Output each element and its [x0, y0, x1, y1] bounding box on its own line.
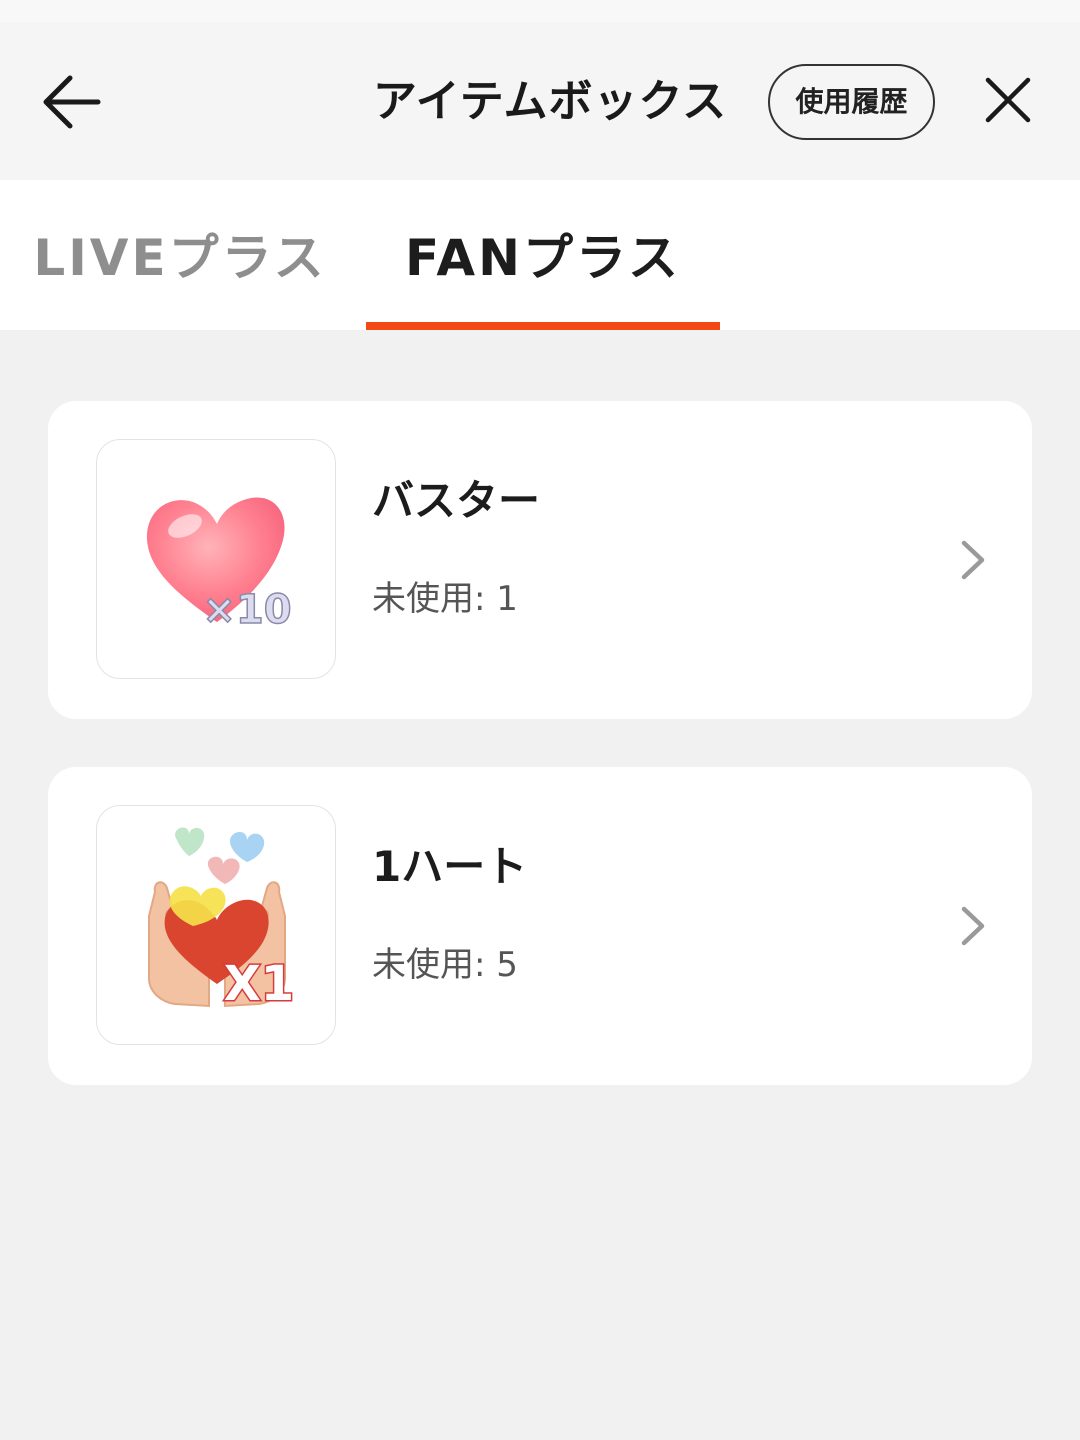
- item-thumbnail: X1: [96, 805, 336, 1045]
- tab-fan-plus[interactable]: FANプラス: [366, 180, 720, 330]
- item-name: 1ハート: [372, 842, 528, 891]
- hands-holding-hearts-icon: X1: [148, 827, 296, 1014]
- usage-history-button[interactable]: 使用履歴: [768, 64, 935, 140]
- item-unused-count: 未使用: 1: [372, 579, 518, 619]
- close-icon: [985, 77, 1031, 123]
- item-multiplier-badge: ×10: [202, 587, 291, 633]
- app-header: アイテムボックス 使用履歴: [0, 22, 1080, 180]
- item-thumbnail: ×10: [96, 439, 336, 679]
- status-bar: [0, 0, 1080, 22]
- tab-bar: LIVEプラス FANプラス: [0, 180, 1080, 330]
- active-tab-indicator: [366, 322, 720, 330]
- item-card-buster[interactable]: ×10 バスター 未使用: 1: [48, 401, 1032, 719]
- item-card-one-heart[interactable]: X1 1ハート 未使用: 5: [48, 767, 1032, 1085]
- item-multiplier-badge: X1: [224, 956, 294, 1012]
- chevron-right-icon: [961, 540, 985, 580]
- close-button[interactable]: [976, 68, 1040, 132]
- chevron-right-icon: [961, 906, 985, 946]
- tab-live-plus[interactable]: LIVEプラス: [20, 180, 340, 330]
- item-unused-count: 未使用: 5: [372, 945, 518, 985]
- pink-heart-icon: ×10: [146, 497, 292, 634]
- item-name: バスター: [372, 476, 541, 525]
